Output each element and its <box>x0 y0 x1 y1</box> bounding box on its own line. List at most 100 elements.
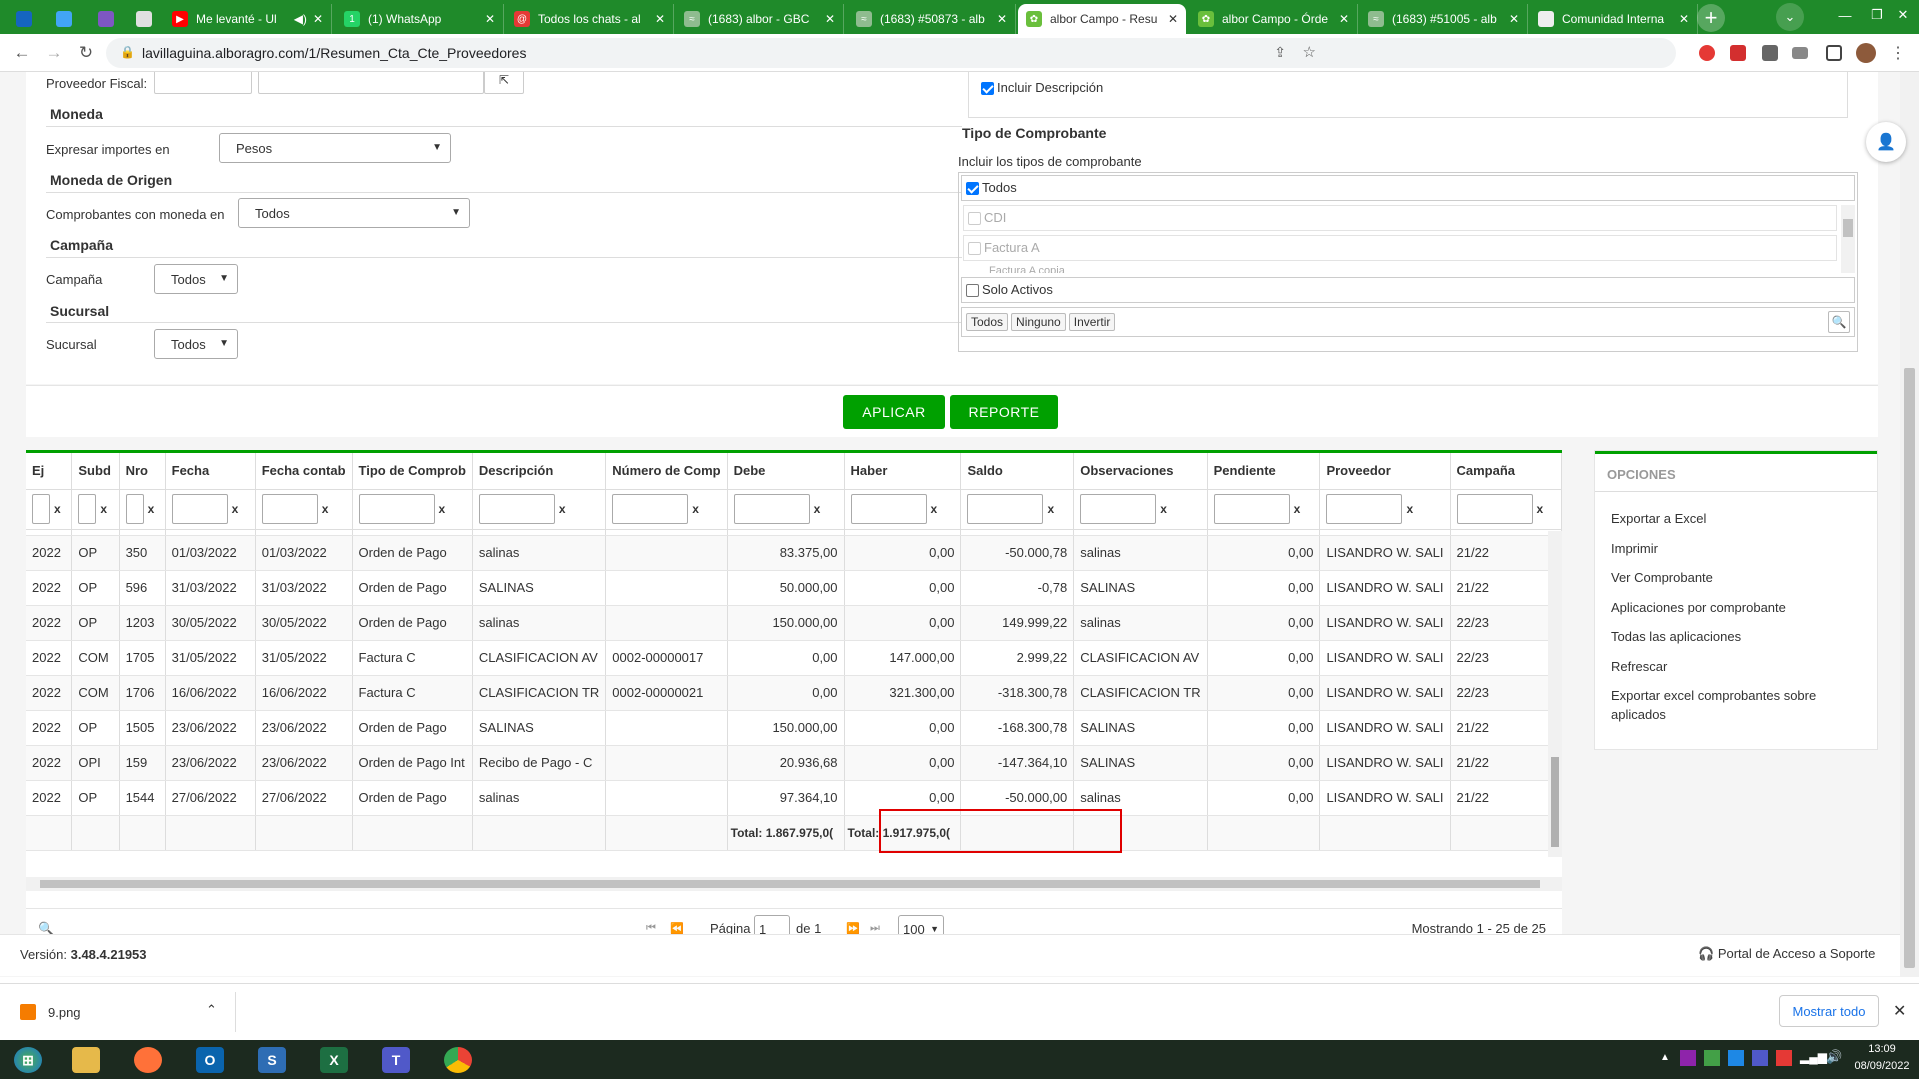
browser-tab[interactable]: ✿ albor Campo - Órde ✕ <box>1190 4 1358 34</box>
column-header[interactable]: Haber <box>844 453 962 490</box>
tray-icon[interactable] <box>1752 1050 1768 1066</box>
option-exportar-excel[interactable]: Exportar a Excel <box>1611 509 1706 528</box>
clear-filter-icon[interactable]: x <box>148 502 155 516</box>
column-header[interactable]: Ej <box>26 453 73 490</box>
tipo-scrollbar[interactable] <box>1841 205 1855 273</box>
close-tab-icon[interactable]: ✕ <box>1168 12 1178 26</box>
column-filter-input[interactable] <box>1456 494 1533 524</box>
grid-vertical-scrollbar[interactable] <box>1548 531 1562 857</box>
table-row[interactable]: 2022 OP 1544 27/06/2022 27/06/2022 Orden de P… <box>26 780 1562 816</box>
proveedor-code-input[interactable] <box>154 72 252 94</box>
firefox-icon[interactable] <box>124 1043 172 1077</box>
campana-select[interactable]: Todos ▼ <box>154 264 238 294</box>
show-all-downloads-button[interactable]: Mostrar todo <box>1779 995 1879 1027</box>
scroll-thumb[interactable] <box>40 880 1540 888</box>
clock-date[interactable]: 08/09/2022 <box>1852 1060 1912 1072</box>
star-icon[interactable]: ☆ <box>1303 43 1316 61</box>
back-icon[interactable]: ← <box>10 41 34 65</box>
pinned-tab-2[interactable] <box>44 4 84 34</box>
new-tab-button[interactable]: + <box>1697 4 1725 32</box>
column-header[interactable]: Fecha contab <box>255 453 353 490</box>
close-icon[interactable]: ✕ <box>1893 1001 1906 1021</box>
browser-tab[interactable]: Comunidad Interna ✕ <box>1530 4 1698 34</box>
share-icon[interactable]: ⇪ <box>1274 44 1286 61</box>
download-file-name[interactable]: 9.png <box>48 1005 81 1020</box>
avatar[interactable] <box>1856 43 1876 63</box>
menu-icon[interactable]: ⋮ <box>1886 41 1910 65</box>
reporte-button[interactable]: REPORTE <box>950 395 1058 429</box>
user-profile-icon[interactable]: 👤 <box>1866 122 1906 162</box>
puzzle-icon[interactable] <box>1762 45 1778 61</box>
pinned-tab-4[interactable] <box>124 4 164 34</box>
column-header[interactable]: Campaña <box>1450 453 1562 490</box>
option-imprimir[interactable]: Imprimir <box>1611 539 1658 558</box>
teams-icon[interactable]: T <box>372 1043 420 1077</box>
column-filter-input[interactable] <box>125 494 144 524</box>
invert-selection-button[interactable]: Invertir <box>1068 313 1116 331</box>
option-ver-comprobante[interactable]: Ver Comprobante <box>1611 568 1713 587</box>
clear-filter-icon[interactable]: x <box>232 502 239 516</box>
column-header[interactable]: Pendiente <box>1207 453 1321 490</box>
grid-horizontal-scrollbar[interactable] <box>26 877 1562 891</box>
column-header[interactable]: Tipo de Comprob <box>352 453 473 490</box>
incluir-descripcion-checkbox[interactable]: Incluir Descripción <box>981 80 1103 96</box>
close-tab-icon[interactable]: ✕ <box>485 12 495 26</box>
open-link-icon[interactable]: ⇱ <box>484 72 524 94</box>
pinned-tab-1[interactable] <box>4 4 44 34</box>
chevron-up-icon[interactable]: ⌃ <box>206 1002 217 1018</box>
tipo-option[interactable]: Factura A <box>963 235 1837 261</box>
table-row[interactable]: 2022 OP 1505 23/06/2022 23/06/2022 Orden de P… <box>26 710 1562 746</box>
tipo-option[interactable]: Factura A copia <box>963 265 1837 273</box>
close-tab-icon[interactable]: ✕ <box>1509 12 1519 26</box>
table-row[interactable]: 2022 COM 1706 16/06/2022 16/06/2022 Factura C… <box>26 675 1562 711</box>
clear-filter-icon[interactable]: x <box>54 502 61 516</box>
expresar-select[interactable]: Pesos ▼ <box>219 133 451 163</box>
scroll-thumb[interactable] <box>1551 757 1559 847</box>
option-refrescar[interactable]: Refrescar <box>1611 657 1667 676</box>
column-filter-input[interactable] <box>850 494 927 524</box>
opera-extension-icon[interactable] <box>1699 45 1715 61</box>
column-filter-input[interactable] <box>1080 494 1157 524</box>
close-tab-icon[interactable]: ✕ <box>1339 12 1349 26</box>
column-header[interactable]: Debe <box>727 453 845 490</box>
todos-checkbox-row[interactable]: Todos <box>961 175 1855 201</box>
page-vertical-scrollbar[interactable] <box>1900 72 1919 977</box>
clear-filter-icon[interactable]: x <box>439 502 446 516</box>
clear-filter-icon[interactable]: x <box>559 502 566 516</box>
audio-icon[interactable]: ◀) <box>294 12 307 26</box>
browser-tab[interactable]: @ Todos los chats - al ✕ <box>506 4 674 34</box>
tray-icon[interactable] <box>1704 1050 1720 1066</box>
table-row[interactable]: 2022 OP 596 31/03/2022 31/03/2022 Orden de Pa… <box>26 570 1562 606</box>
clear-filter-icon[interactable]: x <box>1406 502 1413 516</box>
column-header[interactable]: Subd <box>71 453 120 490</box>
column-header[interactable]: Descripción <box>472 453 607 490</box>
close-tab-icon[interactable]: ✕ <box>655 12 665 26</box>
signal-icon[interactable]: ▂▄▆ <box>1800 1050 1827 1064</box>
scroll-thumb[interactable] <box>1904 368 1915 968</box>
column-filter-input[interactable] <box>358 494 435 524</box>
browser-tab[interactable]: ✿ albor Campo - Resu ✕ <box>1018 4 1186 34</box>
media-icon[interactable] <box>1792 47 1808 59</box>
browser-tab[interactable]: ≈ (1683) #50873 - alb ✕ <box>848 4 1016 34</box>
tipo-option[interactable]: CDI <box>963 205 1837 231</box>
proveedor-name-input[interactable] <box>258 72 484 94</box>
chrome-icon[interactable] <box>434 1043 482 1077</box>
column-filter-input[interactable] <box>612 494 689 524</box>
clear-filter-icon[interactable]: x <box>1160 502 1167 516</box>
start-button[interactable]: ⊞ <box>4 1043 52 1077</box>
clear-filter-icon[interactable]: x <box>692 502 699 516</box>
select-none-button[interactable]: Ninguno <box>1011 313 1066 331</box>
column-filter-input[interactable] <box>967 494 1044 524</box>
clock-time[interactable]: 13:09 <box>1852 1043 1912 1055</box>
column-filter-input[interactable] <box>261 494 318 524</box>
clear-filter-icon[interactable]: x <box>1294 502 1301 516</box>
option-aplicaciones-comprobante[interactable]: Aplicaciones por comprobante <box>1611 598 1786 617</box>
column-header[interactable]: Saldo <box>960 453 1075 490</box>
column-filter-input[interactable] <box>171 494 228 524</box>
comprobantes-moneda-select[interactable]: Todos ▼ <box>238 198 470 228</box>
tab-search-icon[interactable]: ⌄ <box>1776 3 1804 31</box>
s-app-icon[interactable]: S <box>248 1043 296 1077</box>
column-filter-input[interactable] <box>478 494 555 524</box>
aplicar-button[interactable]: APLICAR <box>843 395 945 429</box>
clear-filter-icon[interactable]: x <box>1537 502 1544 516</box>
